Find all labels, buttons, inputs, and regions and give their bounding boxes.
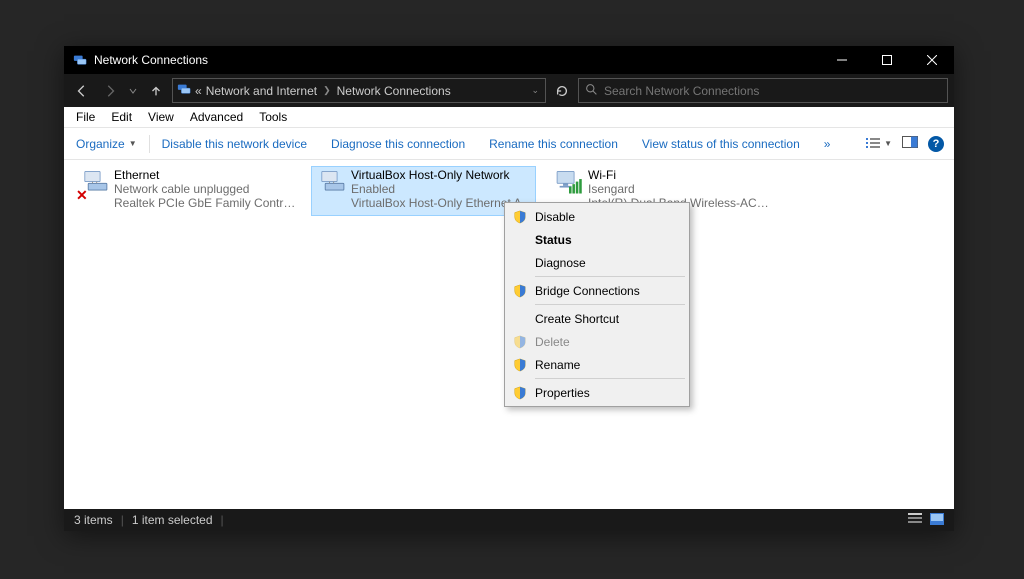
large-icons-view-button[interactable]: [930, 513, 944, 528]
context-menu: Disable Status Diagnose Bridge Connectio…: [504, 202, 690, 407]
help-icon[interactable]: ?: [928, 136, 944, 152]
menu-view[interactable]: View: [140, 108, 182, 126]
content-area: ✕ Ethernet Network cable unplugged Realt…: [64, 160, 954, 509]
adapter-device: Realtek PCIe GbE Family Controller: [114, 196, 297, 210]
menu-file[interactable]: File: [68, 108, 103, 126]
preview-pane-button[interactable]: [902, 136, 918, 151]
overflow-button[interactable]: »: [812, 137, 843, 151]
app-icon: [72, 52, 88, 68]
toolbar: Organize▼ Disable this network device Di…: [64, 128, 954, 160]
ethernet-icon: ✕: [76, 168, 114, 214]
menu-edit[interactable]: Edit: [103, 108, 140, 126]
minimize-button[interactable]: [819, 46, 864, 74]
network-adapter-icon: [313, 168, 351, 214]
shield-icon: [509, 386, 531, 400]
search-input[interactable]: [604, 84, 941, 98]
breadcrumb-icon: [177, 82, 191, 99]
chevron-down-icon[interactable]: ⌄: [529, 85, 541, 96]
adapter-name: VirtualBox Host-Only Network: [351, 168, 534, 182]
shield-icon: [509, 358, 531, 372]
diagnose-button[interactable]: Diagnose this connection: [319, 137, 477, 151]
adapter-name: Wi-Fi: [588, 168, 771, 182]
adapter-virtualbox[interactable]: VirtualBox Host-Only Network Enabled Vir…: [311, 166, 536, 216]
cm-disable[interactable]: Disable: [505, 205, 689, 228]
chevron-down-icon: ▼: [129, 139, 137, 148]
titlebar: Network Connections: [64, 46, 954, 74]
shield-icon: [509, 210, 531, 224]
forward-button[interactable]: [98, 79, 122, 103]
cm-shortcut[interactable]: Create Shortcut: [505, 307, 689, 330]
change-view-button[interactable]: ▼: [866, 137, 892, 151]
menubar: File Edit View Advanced Tools: [64, 107, 954, 128]
disable-device-button[interactable]: Disable this network device: [150, 137, 319, 151]
error-x-icon: ✕: [76, 188, 88, 202]
cm-delete: Delete: [505, 330, 689, 353]
rename-button[interactable]: Rename this connection: [477, 137, 630, 151]
cm-bridge[interactable]: Bridge Connections: [505, 279, 689, 302]
up-button[interactable]: [144, 79, 168, 103]
search-icon: [585, 83, 598, 99]
breadcrumb[interactable]: « Network and Internet ❯ Network Connect…: [172, 78, 546, 103]
back-button[interactable]: [70, 79, 94, 103]
cm-properties[interactable]: Properties: [505, 381, 689, 404]
chevron-down-icon: ▼: [884, 139, 892, 148]
breadcrumb-item[interactable]: Network Connections: [337, 84, 451, 98]
recent-locations-button[interactable]: [126, 79, 140, 103]
breadcrumb-prefix: «: [195, 84, 202, 98]
window-title: Network Connections: [94, 53, 208, 67]
view-status-button[interactable]: View status of this connection: [630, 137, 812, 151]
refresh-button[interactable]: [550, 79, 574, 103]
status-item-count: 3 items: [74, 513, 113, 527]
menu-advanced[interactable]: Advanced: [182, 108, 251, 126]
breadcrumb-item[interactable]: Network and Internet: [206, 84, 317, 98]
adapter-status: Isengard: [588, 182, 771, 196]
network-connections-window: Network Connections « Network and Intern…: [64, 46, 954, 531]
details-view-button[interactable]: [908, 513, 922, 528]
status-selected-count: 1 item selected: [132, 513, 213, 527]
cm-status[interactable]: Status: [505, 228, 689, 251]
cm-diagnose[interactable]: Diagnose: [505, 251, 689, 274]
statusbar: 3 items | 1 item selected |: [64, 509, 954, 531]
cm-rename[interactable]: Rename: [505, 353, 689, 376]
search-box[interactable]: [578, 78, 948, 103]
chevron-right-icon[interactable]: ❯: [321, 85, 333, 96]
adapter-status: Network cable unplugged: [114, 182, 297, 196]
organize-button[interactable]: Organize▼: [64, 137, 149, 151]
addressbar: « Network and Internet ❯ Network Connect…: [64, 74, 954, 107]
shield-icon: [509, 335, 531, 349]
menu-tools[interactable]: Tools: [251, 108, 295, 126]
close-button[interactable]: [909, 46, 954, 74]
adapter-status: Enabled: [351, 182, 534, 196]
adapter-name: Ethernet: [114, 168, 297, 182]
shield-icon: [509, 284, 531, 298]
maximize-button[interactable]: [864, 46, 909, 74]
adapter-ethernet[interactable]: ✕ Ethernet Network cable unplugged Realt…: [74, 166, 299, 216]
